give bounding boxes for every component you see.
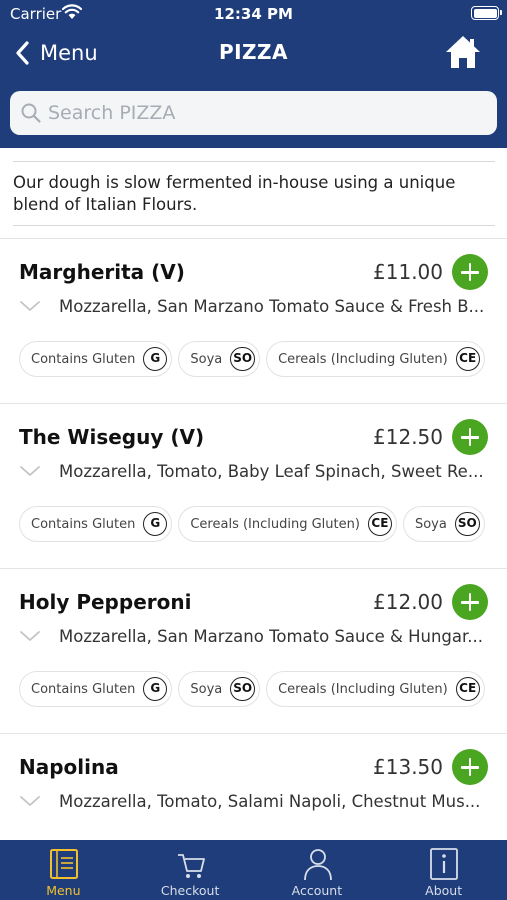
page-title: PIZZA — [218, 40, 289, 64]
tab-bar: Menu Checkout Account About — [0, 840, 507, 900]
item-description: Mozzarella, Tomato, Salami Napoli, Chest… — [59, 792, 481, 811]
allergen-code-badge: SO — [230, 347, 256, 371]
item-price: £12.50 — [373, 425, 443, 449]
tab-label: Account — [291, 883, 343, 898]
allergen-list: Contains Gluten G Soya SO Cereals (Including… — [19, 671, 507, 711]
tab-checkout[interactable]: Checkout — [127, 840, 254, 900]
category-description: Our dough is slow fermented in-house usi… — [13, 161, 495, 226]
user-icon — [302, 847, 334, 881]
item-price: £13.50 — [373, 755, 443, 779]
menu-item-list: Margherita (V) £11.00 Mozzarella, San Marz… — [0, 238, 507, 898]
allergen-code-badge: G — [143, 347, 168, 371]
info-icon — [428, 847, 460, 881]
allergen-label: Contains Gluten — [31, 516, 136, 532]
allergen-code-badge: CE — [455, 677, 480, 701]
allergen-chip[interactable]: Contains Gluten G — [19, 671, 173, 707]
tab-label: Menu — [46, 883, 81, 898]
allergen-chip[interactable]: Contains Gluten G — [19, 341, 173, 377]
allergen-list: Contains Gluten G Cereals (Including Glute… — [19, 506, 507, 546]
allergen-chip[interactable]: Cereals (Including Gluten) CE — [178, 506, 397, 542]
chevron-down-icon[interactable] — [19, 629, 41, 643]
battery-icon — [471, 6, 502, 20]
add-to-basket-button[interactable] — [452, 584, 488, 620]
allergen-code-badge: CE — [455, 347, 480, 371]
nav-bar: Menu PIZZA — [0, 28, 507, 78]
allergen-label: Soya — [414, 516, 447, 532]
tab-menu[interactable]: Menu — [0, 840, 127, 900]
allergen-label: Cereals (Including Gluten) — [190, 516, 360, 532]
allergen-code-badge: G — [143, 512, 168, 536]
menu-book-icon — [48, 847, 80, 881]
add-to-basket-button[interactable] — [452, 749, 488, 785]
allergen-chip[interactable]: Soya SO — [402, 506, 485, 542]
allergen-chip[interactable]: Cereals (Including Gluten) CE — [266, 341, 485, 377]
search-icon — [21, 103, 41, 123]
allergen-code-badge: SO — [230, 677, 256, 701]
app-header: Carrier 12:34 PM Menu PIZZA — [0, 0, 507, 148]
tab-about[interactable]: About — [380, 840, 507, 900]
tab-account[interactable]: Account — [254, 840, 381, 900]
allergen-label: Contains Gluten — [31, 351, 136, 367]
allergen-chip[interactable]: Soya SO — [178, 341, 261, 377]
item-name: Napolina — [19, 755, 119, 779]
chevron-down-icon[interactable] — [19, 299, 41, 313]
item-description: Mozzarella, Tomato, Baby Leaf Spinach, S… — [59, 462, 484, 481]
tab-label: Checkout — [160, 883, 220, 898]
add-to-basket-button[interactable] — [452, 254, 488, 290]
menu-item[interactable]: Margherita (V) £11.00 Mozzarella, San Marz… — [0, 238, 507, 403]
allergen-code-badge: CE — [367, 512, 392, 536]
chevron-down-icon[interactable] — [19, 464, 41, 478]
allergen-label: Contains Gluten — [31, 681, 136, 697]
item-price: £12.00 — [373, 590, 443, 614]
allergen-chip[interactable]: Cereals (Including Gluten) CE — [266, 671, 485, 707]
item-description: Mozzarella, San Marzano Tomato Sauce & H… — [59, 627, 483, 646]
item-description: Mozzarella, San Marzano Tomato Sauce & F… — [59, 297, 485, 316]
cart-icon — [175, 847, 207, 881]
allergen-code-badge: SO — [454, 512, 480, 536]
home-icon[interactable] — [444, 34, 482, 70]
allergen-list: Contains Gluten G Soya SO Cereals (Including… — [19, 341, 507, 381]
item-name: The Wiseguy (V) — [19, 425, 205, 449]
status-time: 12:34 PM — [214, 5, 293, 23]
menu-item[interactable]: The Wiseguy (V) £12.50 Mozzarella, Tomato,… — [0, 403, 507, 568]
allergen-code-badge: G — [143, 677, 168, 701]
item-name: Margherita (V) — [19, 260, 185, 284]
menu-item[interactable]: Holy Pepperoni £12.00 Mozzarella, San Marz… — [0, 568, 507, 733]
item-price: £11.00 — [373, 260, 443, 284]
tab-label: About — [425, 883, 463, 898]
search-bar[interactable] — [10, 91, 497, 135]
search-input[interactable] — [48, 102, 468, 124]
allergen-label: Soya — [190, 351, 223, 367]
add-to-basket-button[interactable] — [452, 419, 488, 455]
chevron-down-icon[interactable] — [19, 794, 41, 808]
allergen-chip[interactable]: Contains Gluten G — [19, 506, 173, 542]
allergen-label: Cereals (Including Gluten) — [278, 351, 448, 367]
status-bar: Carrier 12:34 PM — [0, 0, 507, 28]
allergen-label: Cereals (Including Gluten) — [278, 681, 448, 697]
item-name: Holy Pepperoni — [19, 590, 192, 614]
allergen-label: Soya — [190, 681, 223, 697]
allergen-chip[interactable]: Soya SO — [178, 671, 261, 707]
